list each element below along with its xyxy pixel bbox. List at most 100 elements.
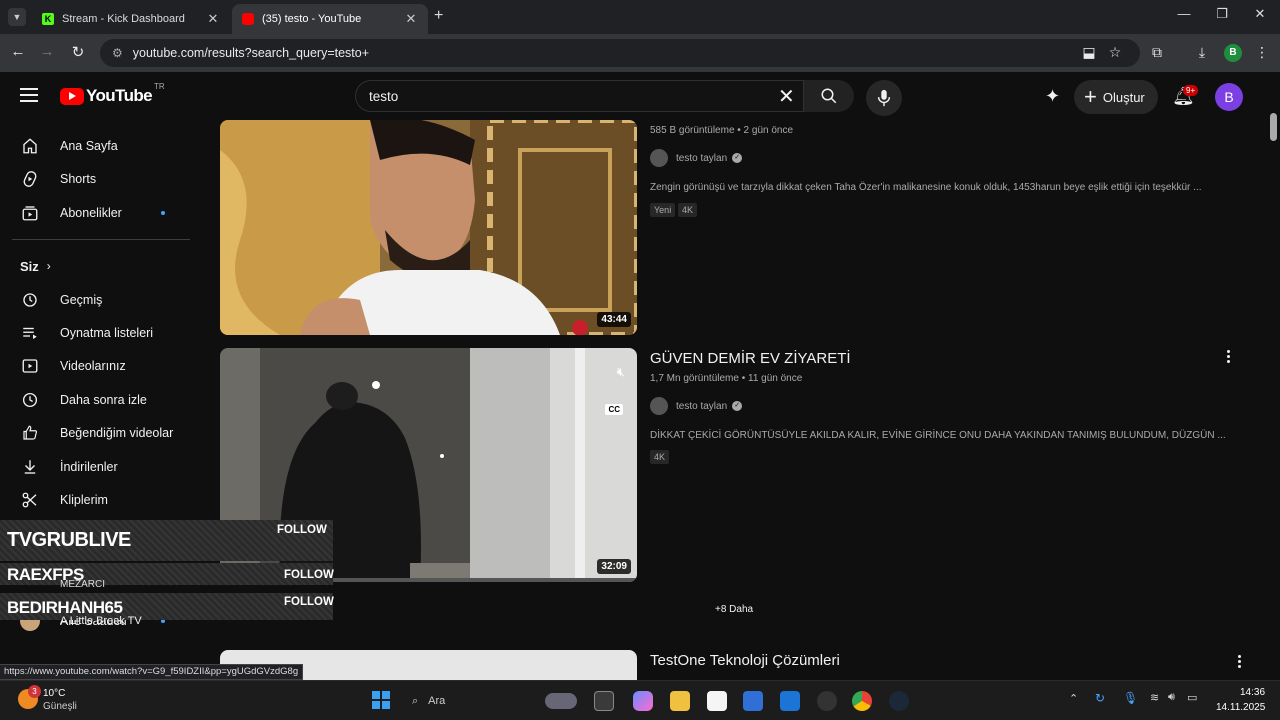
- microphone-tray-icon[interactable]: 🎙︎: [1123, 691, 1138, 705]
- video-meta: 585 B görüntüleme • 2 gün önce: [650, 125, 794, 136]
- sidebar-item-your-videos[interactable]: Videolarınız: [0, 349, 205, 383]
- sidebar-item-playlists[interactable]: Oynatma listeleri: [0, 316, 205, 350]
- weather-temp: 10°C: [43, 688, 66, 699]
- page-scrollbar[interactable]: [1268, 72, 1280, 680]
- reload-icon[interactable]: ↻: [68, 43, 88, 61]
- close-window-icon[interactable]: ✕: [1250, 6, 1270, 22]
- sidebar-item-liked-videos[interactable]: Beğendiğim videolar: [0, 416, 205, 450]
- sidebar-item-downloads[interactable]: İndirilenler: [0, 450, 205, 484]
- notepad-icon[interactable]: [707, 691, 727, 711]
- channel-avatar: [650, 149, 668, 167]
- youtube-favicon-icon: [242, 13, 254, 25]
- channel-result-title[interactable]: TestOne Teknoloji Çözümleri: [650, 652, 840, 669]
- studio-sparkle-icon[interactable]: ✦: [1045, 86, 1060, 107]
- store-icon[interactable]: [743, 691, 763, 711]
- browser-tab-youtube[interactable]: (35) testo - YouTube ✕: [232, 4, 428, 34]
- sidebar-item-shorts[interactable]: Shorts: [0, 162, 205, 196]
- tab-search-button[interactable]: ▼: [8, 8, 26, 26]
- 4k-badge: 4K: [678, 203, 698, 217]
- back-icon[interactable]: ←: [8, 43, 28, 60]
- home-icon: [20, 137, 40, 155]
- minimize-icon[interactable]: —: [1174, 6, 1194, 21]
- install-app-icon[interactable]: ⬓: [1080, 44, 1098, 61]
- sidebar-item-home[interactable]: Ana Sayfa: [0, 129, 205, 163]
- browser-tab-strip: ▼ K Stream - Kick Dashboard ✕ (35) testo…: [0, 0, 1280, 34]
- taskbar-search[interactable]: ⌕ Ara: [402, 689, 532, 713]
- browser-profile-avatar[interactable]: B: [1224, 44, 1242, 62]
- outlook-icon[interactable]: [780, 691, 800, 711]
- new-tab-button[interactable]: +: [434, 7, 443, 25]
- video-thumbnail[interactable]: 43:44: [220, 120, 637, 335]
- bookmark-star-icon[interactable]: ☆: [1106, 44, 1124, 61]
- search-input[interactable]: testo: [355, 80, 804, 112]
- sidebar-item-label: Kliplerim: [60, 493, 108, 507]
- sidebar-item-subscriptions[interactable]: Abonelikler: [0, 196, 205, 230]
- account-avatar[interactable]: B: [1215, 83, 1243, 111]
- youtube-play-icon: [60, 87, 84, 105]
- playlist-icon: [20, 324, 40, 342]
- url-text: youtube.com/results?search_query=testo+: [132, 46, 370, 60]
- volume-icon[interactable]: 🔊︎: [1168, 691, 1175, 704]
- chrome-icon[interactable]: [852, 691, 872, 711]
- sidebar-item-clips[interactable]: Kliplerim: [0, 483, 205, 517]
- file-explorer-icon[interactable]: [670, 691, 690, 711]
- sidebar-item-label: Videolarınız: [60, 359, 126, 373]
- steam-icon[interactable]: [889, 691, 909, 711]
- close-tab-icon[interactable]: ✕: [206, 11, 220, 27]
- close-tab-icon[interactable]: ✕: [404, 11, 418, 27]
- hamburger-menu-icon[interactable]: [20, 88, 38, 102]
- mute-icon[interactable]: 🔇︎: [617, 364, 625, 380]
- overlay-subtitle: MEZARCI: [60, 579, 105, 590]
- sidebar-item-label: Oynatma listeleri: [60, 326, 154, 340]
- forward-icon[interactable]: →: [37, 43, 57, 60]
- windows-start-icon[interactable]: [372, 691, 390, 709]
- follow-label: FOLLOW: [284, 569, 334, 581]
- sidebar-item-label: Geçmiş: [60, 293, 103, 307]
- voice-search-button[interactable]: [866, 80, 902, 116]
- sidebar-channel-label[interactable]: A Little Break TV: [60, 615, 142, 627]
- downloads-icon[interactable]: ⤓: [1193, 44, 1211, 61]
- clear-search-icon[interactable]: ✕: [778, 84, 795, 109]
- channel-name: testo taylan: [676, 152, 728, 164]
- search-button[interactable]: [804, 80, 854, 112]
- browser-toolbar: ← → ↻ ⚙ youtube.com/results?search_query…: [0, 34, 1280, 72]
- create-button[interactable]: + Oluştur: [1074, 80, 1158, 114]
- more-actions-icon[interactable]: [1238, 655, 1244, 670]
- scrollbar-thumb[interactable]: [1270, 113, 1277, 141]
- copilot-icon[interactable]: [633, 691, 653, 711]
- overlay-row: TVGRUBLIVE FOLLOW: [0, 520, 333, 561]
- extensions-icon[interactable]: ⧉: [1148, 44, 1166, 61]
- channel-link[interactable]: testo taylan ✓: [650, 397, 743, 415]
- task-view-icon[interactable]: [594, 691, 614, 711]
- more-actions-icon[interactable]: [1227, 350, 1233, 365]
- channel-link[interactable]: testo taylan ✓: [650, 149, 743, 167]
- sidebar-item-label: Ana Sayfa: [60, 139, 118, 153]
- sidebar-item-history[interactable]: Geçmiş: [0, 283, 205, 317]
- tray-overflow-icon[interactable]: ⌃: [1069, 692, 1078, 705]
- youtube-logo[interactable]: YouTube TR: [60, 82, 165, 106]
- battery-icon[interactable]: ▭: [1187, 691, 1197, 704]
- sidebar-item-label: Shorts: [60, 172, 97, 186]
- search-label: Ara: [428, 695, 446, 707]
- video-title[interactable]: GÜVEN DEMİR EV ZİYARETİ: [650, 350, 851, 367]
- video-description: DİKKAT ÇEKİCİ GÖRÜNTÜSÜYLE AKILDA KALIR,…: [650, 430, 1226, 441]
- show-more-button[interactable]: +8 Daha: [715, 604, 753, 615]
- app-icon[interactable]: [817, 691, 837, 711]
- sidebar-item-you[interactable]: Siz ›: [0, 249, 205, 283]
- clock-time[interactable]: 14:36: [1240, 687, 1265, 698]
- new-content-dot: [161, 211, 165, 215]
- sync-icon[interactable]: ↻: [1095, 691, 1105, 705]
- badge-row: Yeni 4K: [650, 203, 770, 217]
- closed-captions-button[interactable]: CC: [605, 404, 623, 415]
- site-info-icon[interactable]: ⚙: [112, 46, 123, 60]
- verified-check-icon: ✓: [732, 153, 743, 163]
- badge-row: 4K: [650, 450, 710, 464]
- browser-menu-icon[interactable]: ⋮: [1253, 44, 1271, 61]
- restore-icon[interactable]: ❐: [1212, 6, 1232, 22]
- clock-date[interactable]: 14.11.2025: [1216, 702, 1265, 713]
- browser-tab-kick[interactable]: K Stream - Kick Dashboard ✕: [32, 4, 230, 34]
- address-bar[interactable]: ⚙ youtube.com/results?search_query=testo…: [100, 39, 1140, 67]
- sidebar-item-watch-later[interactable]: Daha sonra izle: [0, 383, 205, 417]
- sidebar-item-label: Daha sonra izle: [60, 393, 147, 407]
- wifi-icon[interactable]: ≋: [1150, 691, 1159, 704]
